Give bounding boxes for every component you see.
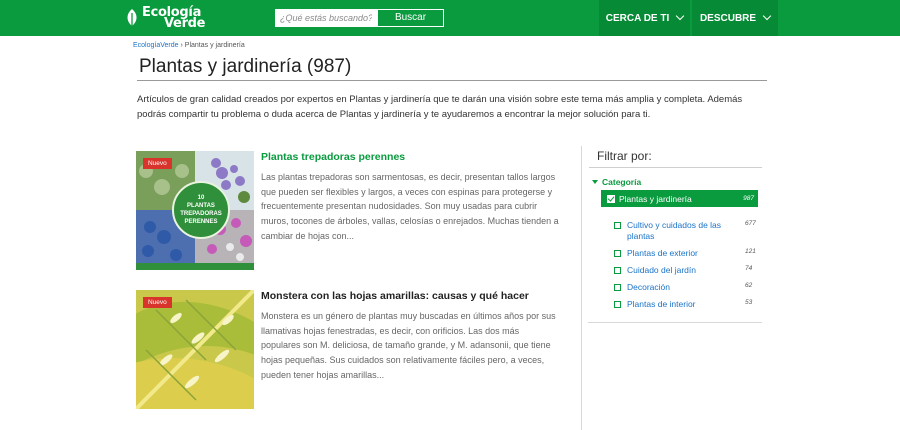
filter-item-count: 121 xyxy=(745,248,756,255)
article-card[interactable]: 10 PLANTAS TREPADORAS PERENNES Nuevo Pla… xyxy=(136,151,559,271)
category-heading: Categoría xyxy=(602,177,642,187)
filter-item-count: 987 xyxy=(743,195,754,202)
page-title: Plantas y jardinería (987) xyxy=(139,56,352,77)
filter-item[interactable]: Plantas de exterior 121 xyxy=(614,248,764,259)
nav-cerca-de-ti[interactable]: CERCA DE TI xyxy=(599,0,691,36)
filter-title: Filtrar por: xyxy=(597,149,652,163)
sidebar-divider xyxy=(581,146,582,430)
checkbox-icon[interactable] xyxy=(614,284,621,291)
filter-item-label: Decoración xyxy=(627,282,670,292)
category-toggle[interactable]: Categoría xyxy=(592,177,641,187)
filter-title-divider xyxy=(589,167,762,168)
article-description: Monstera es un género de plantas muy bus… xyxy=(261,311,556,380)
filter-item[interactable]: Decoración 62 xyxy=(614,282,764,293)
breadcrumb-home-link[interactable]: EcologíaVerde xyxy=(133,42,179,49)
filter-item-count: 53 xyxy=(745,299,753,306)
article-description: Las plantas trepadoras son sarmentosas, … xyxy=(261,172,559,241)
triangle-down-icon xyxy=(592,180,598,184)
chevron-down-icon xyxy=(762,11,772,21)
nav-descubre[interactable]: DESCUBRE xyxy=(692,0,778,36)
chevron-down-icon xyxy=(676,11,685,21)
checkbox-icon[interactable] xyxy=(614,222,621,229)
brand-wordmark: Ecología Verde xyxy=(142,6,206,30)
nav-cerca-de-ti-label: CERCA DE TI xyxy=(605,12,670,24)
breadcrumb: EcologíaVerde › Plantas y jardinería xyxy=(133,42,245,49)
filter-bottom-divider xyxy=(588,322,762,323)
checked-checkbox-icon[interactable] xyxy=(607,194,615,203)
checkbox-icon[interactable] xyxy=(614,250,621,257)
search-input[interactable] xyxy=(275,9,377,27)
thumb-text-line-2: TREPADORAS xyxy=(180,211,222,217)
article-title-link[interactable]: Plantas trepadoras perennes xyxy=(261,151,405,163)
brand-logo[interactable]: Ecología Verde xyxy=(125,6,206,30)
filter-item-label: Plantas de exterior xyxy=(627,248,698,258)
thumbnail-title-badge: 10 PLANTAS TREPADORAS PERENNES xyxy=(172,181,230,239)
leaf-logo-icon xyxy=(127,9,137,27)
article-thumbnail[interactable]: 10 PLANTAS TREPADORAS PERENNES Nuevo xyxy=(136,151,254,270)
thumb-text-line-1: PLANTAS xyxy=(187,203,215,209)
search-button[interactable]: Buscar xyxy=(377,9,444,27)
filter-item-label: Plantas y jardinería xyxy=(619,193,692,204)
filter-item[interactable]: Plantas de interior 53 xyxy=(614,299,764,310)
filter-item-label: Cuidado del jardín xyxy=(627,265,696,275)
breadcrumb-separator: › xyxy=(180,42,183,49)
filter-item-active[interactable]: Plantas y jardinería 987 xyxy=(601,190,758,207)
new-badge: Nuevo xyxy=(143,158,172,169)
breadcrumb-current: Plantas y jardinería xyxy=(184,42,245,49)
thumb-text-number: 10 xyxy=(197,195,205,201)
filter-item-label: Cultivo y cuidados de las plantas xyxy=(627,220,722,241)
filter-item-count: 677 xyxy=(745,220,756,227)
checkbox-icon[interactable] xyxy=(614,301,621,308)
top-navigation-bar: Ecología Verde Buscar CERCA DE TI DESCUB… xyxy=(0,0,900,36)
title-divider xyxy=(137,80,767,81)
filter-item-label: Plantas de interior xyxy=(627,299,696,309)
filter-item[interactable]: Cuidado del jardín 74 xyxy=(614,265,764,276)
article-title-link[interactable]: Monstera con las hojas amarillas: causas… xyxy=(261,290,529,302)
thumb-text-line-3: PERENNES xyxy=(184,219,218,225)
article-thumbnail[interactable]: Nuevo xyxy=(136,290,254,409)
filter-item[interactable]: Cultivo y cuidados de las plantas 677 xyxy=(614,220,764,242)
nav-descubre-label: DESCUBRE xyxy=(699,12,757,24)
checkbox-icon[interactable] xyxy=(614,267,621,274)
new-badge: Nuevo xyxy=(143,297,172,308)
page-intro: Artículos de gran calidad creados por ex… xyxy=(137,94,743,120)
filter-item-count: 74 xyxy=(745,265,753,272)
filter-item-count: 62 xyxy=(745,282,753,289)
article-card[interactable]: Nuevo Monstera con las hojas amarillas: … xyxy=(136,290,558,410)
